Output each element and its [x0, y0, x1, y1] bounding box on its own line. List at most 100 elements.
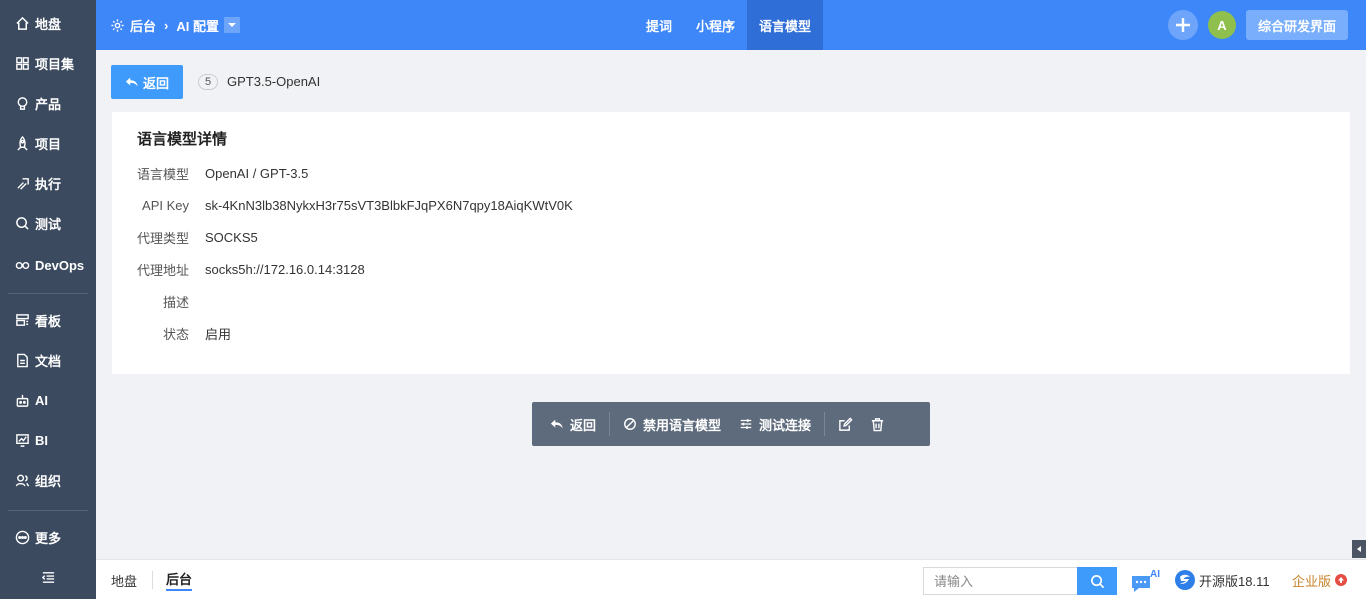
- search-button[interactable]: [1077, 567, 1117, 595]
- field-value: socks5h://172.16.0.14:3128: [205, 261, 365, 277]
- sidebar-item-docs[interactable]: 文档: [0, 340, 96, 380]
- field-value: SOCKS5: [205, 229, 258, 245]
- sidebar-item-product[interactable]: 产品: [0, 83, 96, 123]
- field-label: 描述: [162, 294, 189, 310]
- edit-button[interactable]: [829, 402, 861, 446]
- sidebar-item-test[interactable]: 测试: [0, 203, 96, 243]
- card-title: 语言模型详情: [137, 131, 228, 148]
- field-label: 代理地址: [136, 262, 189, 278]
- sidebar-item-kanban[interactable]: 看板: [0, 300, 96, 340]
- document-icon: [14, 352, 30, 368]
- rocket-icon: [14, 135, 30, 151]
- detail-card: 语言模型详情 语言模型 OpenAI / GPT-3.5 API Key sk-…: [112, 112, 1350, 374]
- toolbar-back-button[interactable]: 返回: [532, 402, 605, 446]
- field-label: 状态: [162, 326, 189, 342]
- sidebar-item-programs[interactable]: 项目集: [0, 43, 96, 83]
- sidebar-item-project[interactable]: 项目: [0, 123, 96, 163]
- tab-miniprograms[interactable]: 小程序: [684, 0, 747, 50]
- avatar[interactable]: A: [1207, 11, 1236, 39]
- test-connection-button[interactable]: 测试连接: [730, 402, 820, 446]
- trash-icon: [871, 417, 883, 431]
- menu-collapse-icon: [40, 569, 56, 585]
- top-header: 后台 › AI 配置 提词 小程序 语言模型 A 综合研发界面: [96, 0, 1366, 50]
- footer-bar: 地盘 后台 AI 开源版18.11 企业版: [96, 559, 1366, 599]
- field-label: 代理类型: [136, 230, 189, 246]
- toolbar-divider: [824, 412, 826, 436]
- dropdown-toggle[interactable]: [223, 17, 240, 33]
- toolbar-back-label: 返回: [570, 417, 597, 433]
- home-icon: [14, 15, 30, 31]
- field-row: 描述: [112, 292, 205, 310]
- edition-label: 企业版: [1292, 573, 1332, 589]
- sidebar-item-bi[interactable]: BI: [0, 420, 96, 460]
- field-label: API Key: [142, 197, 189, 213]
- chevron-right-icon: ›: [164, 17, 169, 33]
- sliders-icon: [740, 419, 752, 429]
- header-tabs: 提词 小程序 语言模型: [634, 0, 824, 50]
- edition-upgrade-link[interactable]: 企业版: [1292, 560, 1348, 599]
- field-row: 代理地址 socks5h://172.16.0.14:3128: [112, 260, 365, 278]
- gear-icon: [111, 18, 124, 32]
- item-id-badge: 5: [198, 74, 218, 90]
- page-title: GPT3.5-OpenAI: [227, 74, 321, 89]
- sidebar-item-dashboard[interactable]: 地盘: [0, 3, 96, 43]
- tab-prompts[interactable]: 提词: [634, 0, 684, 50]
- field-value: sk-4KnN3lb38NykxH3r75sVT3BlbkFJqPX6N7qpy…: [205, 197, 573, 213]
- sidebar-divider: [8, 510, 88, 511]
- ban-icon: [624, 418, 636, 430]
- upgrade-arrow-icon: [1335, 574, 1348, 586]
- back-button-label: 返回: [142, 75, 169, 91]
- breadcrumb-root[interactable]: 后台: [130, 16, 156, 35]
- breadcrumb: 后台 › AI 配置: [110, 0, 240, 50]
- back-button[interactable]: 返回: [111, 65, 183, 99]
- ai-chat-button[interactable]: AI: [1130, 569, 1160, 595]
- header-actions: A 综合研发界面: [1167, 0, 1366, 50]
- switch-interface-button[interactable]: 综合研发界面: [1245, 10, 1348, 40]
- create-button[interactable]: [1167, 10, 1198, 40]
- edit-icon: [838, 416, 853, 431]
- field-value: 启用: [205, 326, 232, 342]
- search-icon: [1090, 574, 1104, 588]
- toolbar-divider: [609, 412, 611, 436]
- footer-link-dashboard[interactable]: 地盘: [111, 560, 137, 599]
- infinity-icon: [14, 257, 30, 273]
- version-label: 开源版18.11: [1199, 573, 1270, 589]
- plus-icon: [1175, 18, 1190, 32]
- disable-model-button[interactable]: 禁用语言模型: [614, 402, 730, 446]
- search-check-icon: [14, 215, 30, 231]
- field-row: API Key sk-4KnN3lb38NykxH3r75sVT3BlbkFJq…: [112, 196, 573, 214]
- grid-icon: [14, 55, 30, 71]
- tab-language-models[interactable]: 语言模型: [747, 0, 824, 50]
- sidebar: 地盘 项目集 产品 项目 执行 测试 DevOps 看板 文档 AI BI 组织…: [0, 0, 96, 599]
- triangle-left-icon: [1357, 546, 1361, 552]
- test-connection-label: 测试连接: [759, 417, 812, 433]
- more-icon: [14, 529, 30, 545]
- sidebar-collapse-button[interactable]: [0, 557, 96, 597]
- field-value: OpenAI / GPT-3.5: [205, 165, 309, 181]
- robot-icon: [14, 392, 30, 408]
- version-info[interactable]: 开源版18.11: [1174, 560, 1270, 599]
- action-toolbar: 返回 禁用语言模型 测试连接: [532, 402, 930, 446]
- zentao-logo-icon: [1175, 570, 1195, 590]
- back-arrow-icon: [125, 77, 138, 87]
- sidebar-item-ai[interactable]: AI: [0, 380, 96, 420]
- kanban-icon: [14, 312, 30, 328]
- sidebar-item-execution[interactable]: 执行: [0, 163, 96, 203]
- ai-badge: AI: [1150, 569, 1160, 580]
- panel-toggle-button[interactable]: [1352, 540, 1366, 558]
- sidebar-item-devops[interactable]: DevOps: [0, 245, 96, 285]
- run-icon: [14, 175, 30, 191]
- sidebar-divider: [8, 293, 88, 294]
- back-arrow-icon: [550, 419, 563, 429]
- field-label: 语言模型: [136, 166, 189, 182]
- delete-button[interactable]: [861, 402, 893, 446]
- field-row: 语言模型 OpenAI / GPT-3.5: [112, 164, 308, 182]
- footer-divider: [152, 571, 153, 589]
- footer-link-admin[interactable]: 后台: [166, 560, 193, 599]
- lightbulb-icon: [14, 95, 30, 111]
- search-input[interactable]: [923, 567, 1077, 595]
- sidebar-item-org[interactable]: 组织: [0, 460, 96, 500]
- sidebar-item-more[interactable]: 更多: [0, 517, 96, 557]
- field-row: 状态 启用: [112, 324, 231, 342]
- breadcrumb-current[interactable]: AI 配置: [176, 16, 219, 35]
